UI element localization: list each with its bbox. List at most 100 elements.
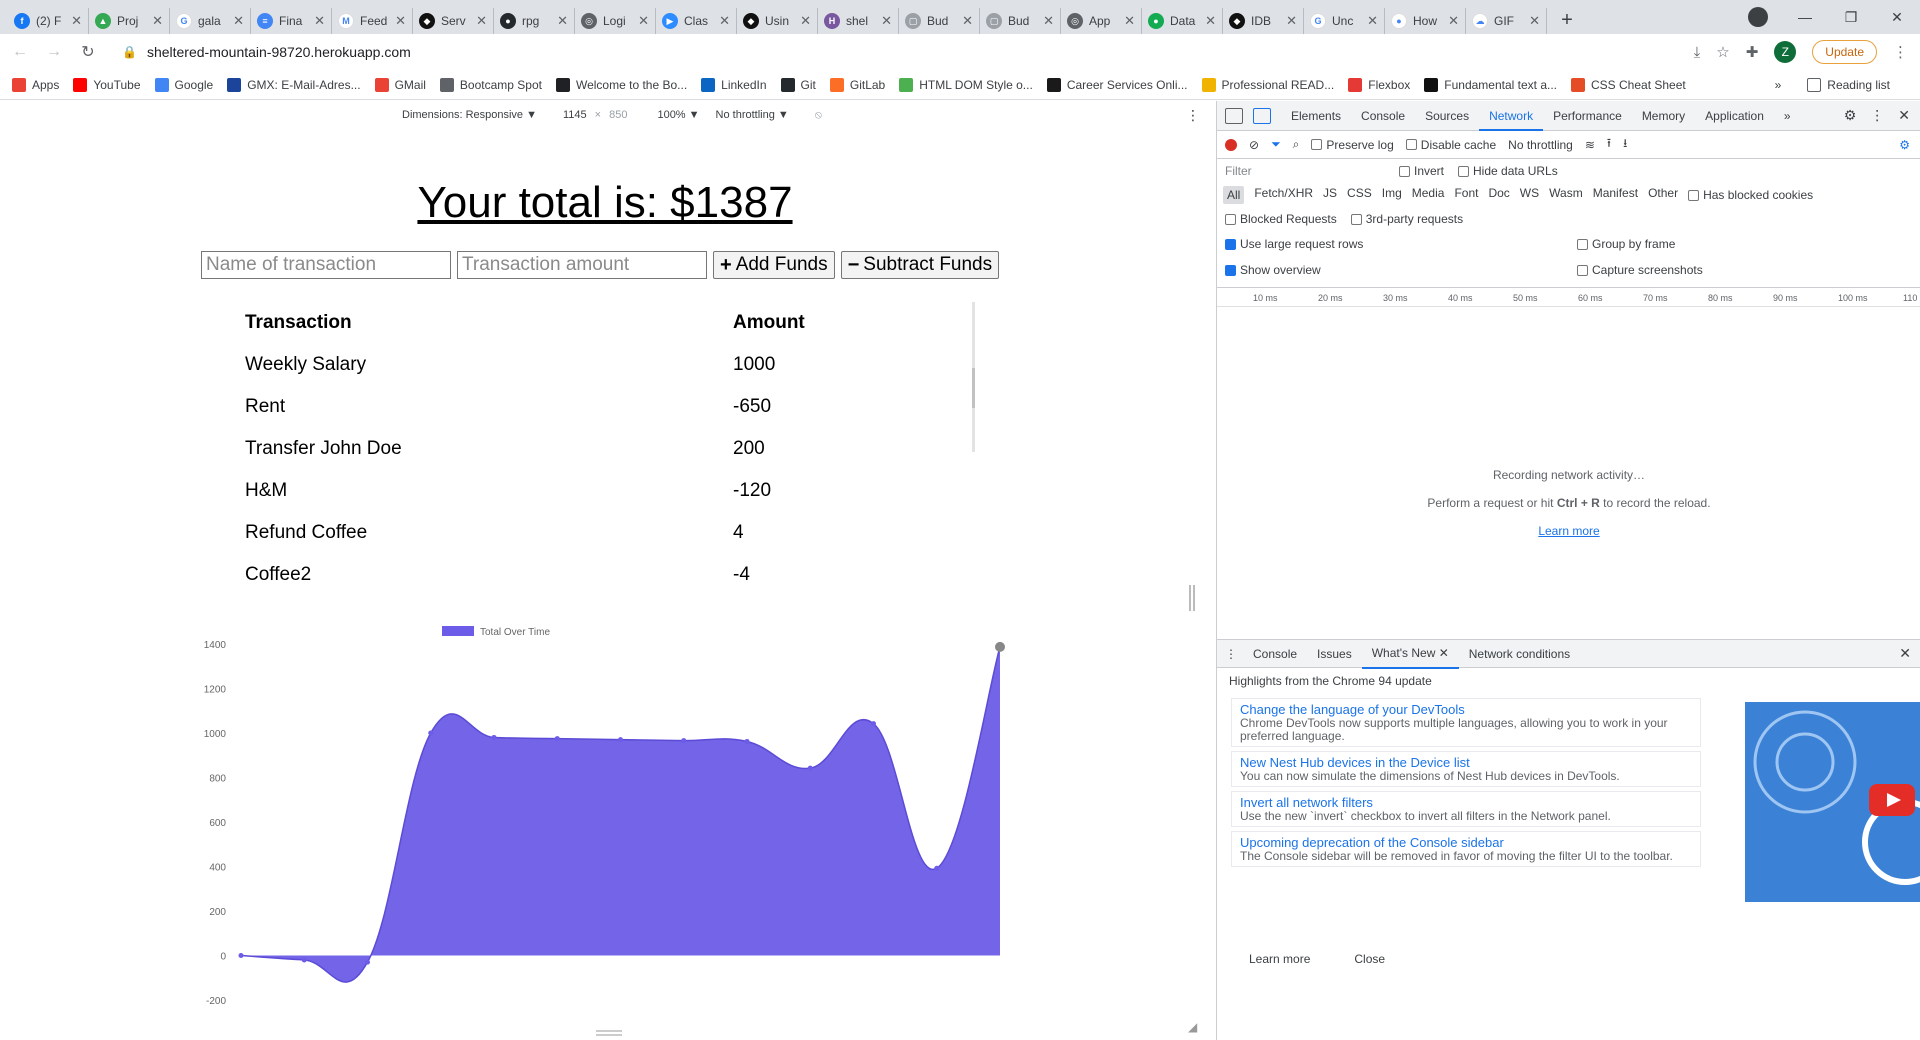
devtools-tab[interactable]: » [1774, 101, 1801, 131]
data-point[interactable] [995, 641, 1005, 652]
browser-tab[interactable]: f (2) F ✕ [8, 8, 89, 34]
type-filter-button[interactable]: WS [1520, 186, 1539, 204]
footer-learn-more-link[interactable]: Learn more [1249, 952, 1310, 966]
type-filter-button[interactable]: Manifest [1593, 186, 1638, 204]
tab-close-icon[interactable]: ✕ [800, 13, 811, 29]
browser-tab[interactable]: ● Data ✕ [1142, 8, 1223, 34]
bookmark-item[interactable]: Flexbox [1348, 77, 1410, 92]
tab-close-icon[interactable]: ✕ [638, 13, 649, 29]
browser-tab[interactable]: Ggala ✕ [170, 8, 251, 34]
transactions-scrollbar[interactable] [972, 302, 975, 452]
drawer-tab-network-conditions[interactable]: Network conditions [1459, 640, 1580, 668]
throttle-select[interactable]: No throttling ▼ [716, 109, 789, 121]
throttling-select[interactable]: No throttling [1508, 138, 1573, 152]
data-point[interactable] [428, 730, 434, 736]
type-filter-button[interactable]: Wasm [1549, 186, 1583, 204]
scrollbar-thumb[interactable] [972, 368, 975, 408]
data-point[interactable] [365, 959, 370, 965]
network-settings-icon[interactable]: ⚙ [1899, 138, 1910, 152]
close-window-icon[interactable]: ✕ [1874, 9, 1920, 26]
inspect-icon[interactable] [1225, 107, 1243, 124]
browser-tab[interactable]: ● rpg ✕ [494, 8, 575, 34]
data-point[interactable] [744, 738, 750, 744]
back-icon[interactable]: ← [6, 43, 34, 61]
minimize-icon[interactable]: — [1782, 9, 1828, 25]
viewport-resize-handle-right[interactable] [1189, 585, 1195, 611]
zoom-select[interactable]: 100% ▼ [657, 109, 699, 121]
type-filter-button[interactable]: All [1223, 186, 1245, 204]
hide-data-urls-checkbox[interactable]: Hide data URLs [1458, 164, 1558, 178]
browser-tab[interactable]: ≡ Fina ✕ [251, 8, 332, 34]
settings-icon[interactable]: ⚙ [1844, 107, 1857, 124]
bookmark-item[interactable]: Fundamental text a... [1424, 77, 1557, 92]
tab-close-icon[interactable]: ✕ [1043, 13, 1054, 29]
browser-tab[interactable]: ◎ App ✕ [1061, 8, 1142, 34]
filter-icon[interactable]: ⏷ [1271, 137, 1281, 152]
bookmark-item[interactable]: GMail [374, 77, 426, 92]
type-filter-button[interactable]: Other [1648, 186, 1678, 204]
close-devtools-icon[interactable]: ✕ [1898, 107, 1910, 124]
tab-close-icon[interactable]: ✕ [233, 13, 244, 29]
tab-close-icon[interactable]: ✕ [1124, 13, 1135, 29]
tab-close-icon[interactable]: ✕ [1205, 13, 1216, 29]
tab-close-icon[interactable]: ✕ [1367, 13, 1378, 29]
news-title-link[interactable]: Invert all network filters [1240, 795, 1692, 810]
devtools-tab[interactable]: Sources [1415, 101, 1479, 131]
browser-tab[interactable]: M Feed ✕ [332, 8, 413, 34]
forward-icon[interactable]: → [40, 43, 68, 61]
transaction-amount-input[interactable] [457, 251, 707, 279]
third-party-checkbox[interactable]: 3rd-party requests [1350, 212, 1463, 226]
devtools-tab[interactable]: Application [1695, 101, 1774, 131]
tab-close-icon[interactable]: ✕ [476, 13, 487, 29]
network-conditions-icon[interactable]: ≋ [1585, 138, 1595, 152]
group-by-frame-checkbox[interactable]: Group by frame [1577, 237, 1675, 251]
disable-cache-checkbox[interactable]: Disable cache [1405, 138, 1496, 152]
type-filter-button[interactable]: JS [1323, 186, 1337, 204]
show-overview-checkbox[interactable]: Show overview [1225, 263, 1577, 277]
browser-tab[interactable]: ▢ Bud ✕ [980, 8, 1061, 34]
new-tab-button[interactable]: + [1553, 6, 1581, 34]
import-icon[interactable]: ⭱ [1607, 134, 1611, 155]
type-filter-button[interactable]: Fetch/XHR [1254, 186, 1313, 204]
data-point[interactable] [934, 865, 940, 871]
bookmark-item[interactable]: Bootcamp Spot [439, 77, 542, 92]
bookmark-item[interactable]: LinkedIn [701, 77, 767, 92]
viewport-resize-handle-bottom[interactable] [596, 1030, 622, 1036]
browser-tab[interactable]: ▢ Bud ✕ [899, 8, 980, 34]
data-point[interactable] [871, 721, 876, 727]
viewport-resize-corner[interactable]: ◢ [1188, 1020, 1197, 1034]
transactions-container[interactable]: Transaction Amount Weekly Salary 1000 Rent… [245, 302, 975, 584]
extensions-icon[interactable]: ✚ [1746, 43, 1759, 61]
devtools-menu-icon[interactable]: ⋮ [1870, 107, 1884, 124]
network-overview-timeline[interactable]: 10 ms 20 ms 30 ms 40 ms 50 ms 60 ms 70 ms 80 ms… [1217, 287, 1920, 307]
devtools-tab[interactable]: Console [1351, 101, 1415, 131]
browser-tab[interactable]: ◎ Logi ✕ [575, 8, 656, 34]
reload-icon[interactable]: ↻ [74, 42, 102, 62]
restore-icon[interactable]: ❐ [1828, 9, 1874, 26]
blocked-requests-checkbox[interactable]: Blocked Requests [1225, 212, 1337, 226]
devtools-tab[interactable]: Network [1479, 101, 1544, 131]
bookmark-item[interactable]: GitLab [829, 77, 885, 92]
type-filter-button[interactable]: CSS [1347, 186, 1372, 204]
record-icon[interactable] [1225, 138, 1237, 151]
dimensions-select[interactable]: Dimensions: Responsive ▼ [402, 109, 537, 121]
address-bar[interactable]: 🔒 sheltered-mountain-98720.herokuapp.com [114, 38, 1654, 66]
close-tab-icon[interactable]: ✕ [1439, 646, 1449, 660]
drawer-tab-issues[interactable]: Issues [1307, 640, 1362, 668]
update-button[interactable]: Update [1812, 40, 1877, 64]
data-point[interactable] [301, 957, 307, 963]
browser-tab[interactable]: ◆ IDB ✕ [1223, 8, 1304, 34]
bookmark-item[interactable]: Git [780, 77, 816, 92]
data-point[interactable] [238, 953, 244, 958]
tab-close-icon[interactable]: ✕ [719, 13, 730, 29]
filter-input[interactable]: Filter [1225, 164, 1385, 178]
install-icon[interactable]: ⤓ [1694, 44, 1701, 61]
tab-close-icon[interactable]: ✕ [71, 13, 82, 29]
tab-close-icon[interactable]: ✕ [395, 13, 406, 29]
tab-close-icon[interactable]: ✕ [881, 13, 892, 29]
play-icon[interactable] [1869, 784, 1915, 816]
device-menu-icon[interactable]: ⋮ [1186, 107, 1200, 124]
legend-swatch[interactable] [442, 626, 474, 636]
devtools-tab[interactable]: Elements [1281, 101, 1351, 131]
browser-tab[interactable]: Hshel ✕ [818, 8, 899, 34]
